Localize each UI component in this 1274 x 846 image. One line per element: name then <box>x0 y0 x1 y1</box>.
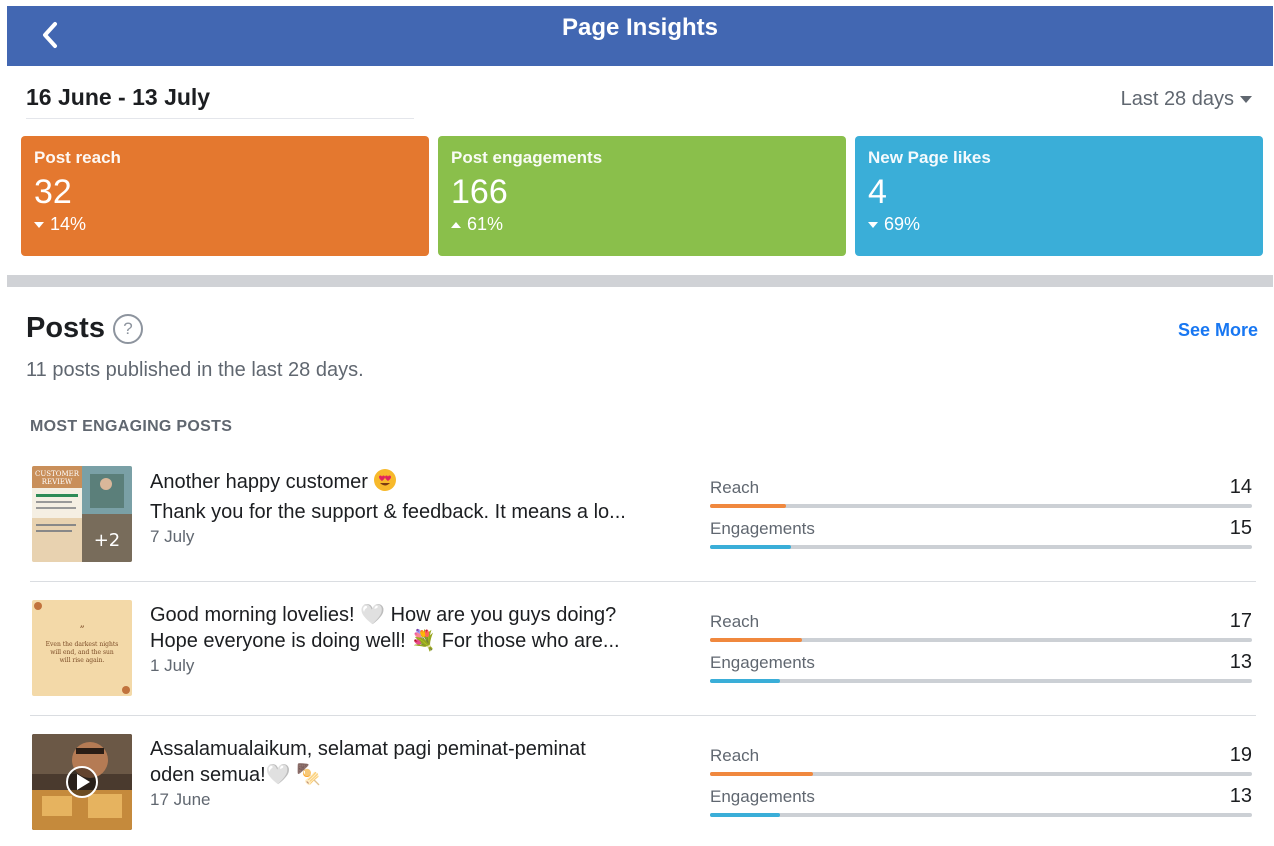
reach-bar-fill <box>710 772 813 776</box>
reach-bar-track <box>710 772 1252 776</box>
engagements-bar-track <box>710 679 1252 683</box>
post-row[interactable]: ” Even the darkest nights will end, and … <box>30 582 1256 716</box>
page-title: Page Insights <box>561 14 719 41</box>
top-bar: Page Insights <box>7 6 1273 66</box>
heart-eyes-emoji-icon <box>373 468 397 499</box>
reach-metric: Reach 19 <box>710 744 1252 786</box>
engagements-bar-fill <box>710 813 781 817</box>
reach-value: 14 <box>1229 476 1252 498</box>
card-change-value: 61% <box>467 214 504 234</box>
card-value: 4 <box>868 173 887 211</box>
post-image: ” Even the darkest nights will end, and … <box>32 600 132 696</box>
trend-down-icon <box>868 221 878 228</box>
svg-text:Even the darkest nights: Even the darkest nights <box>46 641 119 648</box>
post-line-1: Another happy customer <box>150 468 695 499</box>
post-line-2: Thank you for the support & feedback. It… <box>150 501 626 523</box>
post-row[interactable]: CUSTOMER REVIEW +2 Another happy custome… <box>30 448 1256 582</box>
post-thumbnail: ” Even the darkest nights will end, and … <box>32 600 132 696</box>
svg-text:will end, and the sun: will end, and the sun <box>50 649 114 656</box>
post-image: CUSTOMER REVIEW +2 <box>32 466 132 562</box>
post-thumbnail: CUSTOMER REVIEW +2 <box>32 466 132 562</box>
date-range-bar: 16 June - 13 July Last 28 days <box>0 66 1274 136</box>
post-engagements-card[interactable]: Post engagements 166 61% <box>438 136 846 256</box>
card-label: Post engagements <box>451 148 603 167</box>
section-title: MOST ENGAGING POSTS <box>30 418 233 435</box>
post-line-1: Good morning lovelies! 🤍 How are you guy… <box>150 604 617 626</box>
post-text: Assalamualaikum, selamat pagi peminat-pe… <box>150 736 695 810</box>
svg-text:will rise again.: will rise again. <box>60 657 105 664</box>
card-change-value: 14% <box>50 214 87 234</box>
reach-metric: Reach 17 <box>710 610 1252 652</box>
engagements-metric: Engagements 13 <box>710 651 1252 693</box>
post-date: 17 June <box>150 790 211 809</box>
post-line-2: oden semua!🤍 🍢 <box>150 764 321 786</box>
reach-bar-fill <box>710 638 803 642</box>
thumb-overlay: +2 <box>94 530 121 551</box>
posts-title: Posts <box>26 312 105 344</box>
engagements-value: 15 <box>1229 517 1252 539</box>
reach-label: Reach <box>710 478 760 497</box>
post-date: 1 July <box>150 656 195 675</box>
engagements-label: Engagements <box>710 519 815 538</box>
post-line-1: Assalamualaikum, selamat pagi peminat-pe… <box>150 738 586 760</box>
card-change-value: 69% <box>884 214 921 234</box>
reach-metric: Reach 14 <box>710 476 1252 518</box>
engagements-label: Engagements <box>710 653 815 672</box>
posts-subtitle: 11 posts published in the last 28 days. <box>26 359 364 381</box>
caret-down-icon <box>1240 96 1252 103</box>
reach-value: 17 <box>1229 610 1252 632</box>
engagements-bar-track <box>710 813 1252 817</box>
summary-cards: Post reach 32 14% Post engagements 166 6… <box>21 136 1263 256</box>
svg-text:”: ” <box>79 625 84 636</box>
card-change: 61% <box>451 214 833 235</box>
date-range: 16 June - 13 July <box>26 84 211 110</box>
reach-label: Reach <box>710 746 760 765</box>
post-row[interactable]: Assalamualaikum, selamat pagi peminat-pe… <box>30 716 1256 846</box>
post-text: Good morning lovelies! 🤍 How are you guy… <box>150 602 695 676</box>
reach-bar-track <box>710 638 1252 642</box>
help-icon[interactable]: ? <box>112 313 143 344</box>
engagements-metric: Engagements 13 <box>710 785 1252 827</box>
trend-down-icon <box>34 221 44 228</box>
card-label: Post reach <box>34 148 121 167</box>
reach-value: 19 <box>1229 744 1252 766</box>
engagements-label: Engagements <box>710 787 815 806</box>
engagements-value: 13 <box>1229 651 1252 673</box>
post-date: 7 July <box>150 527 195 546</box>
post-line-1-text: Another happy customer <box>150 471 368 493</box>
card-value: 32 <box>34 173 72 211</box>
thumb-caption: CUSTOMER <box>35 470 80 478</box>
engagements-value: 13 <box>1229 785 1252 807</box>
post-thumbnail <box>32 734 132 830</box>
engagements-bar-track <box>710 545 1252 549</box>
period-dropdown[interactable]: Last 28 days <box>1121 88 1252 111</box>
post-reach-card[interactable]: Post reach 32 14% <box>21 136 429 256</box>
card-change: 69% <box>868 214 1250 235</box>
reach-label: Reach <box>710 612 760 631</box>
engagements-bar-fill <box>710 679 781 683</box>
divider <box>26 118 414 119</box>
post-line-2: Hope everyone is doing well! 💐 For those… <box>150 630 620 652</box>
trend-up-icon <box>451 221 461 228</box>
period-label: Last 28 days <box>1120 88 1234 110</box>
new-page-likes-card[interactable]: New Page likes 4 69% <box>855 136 1263 256</box>
post-image <box>32 734 132 830</box>
card-label: New Page likes <box>868 148 991 167</box>
svg-text:REVIEW: REVIEW <box>42 478 73 486</box>
post-text: Another happy customer Thank you for the… <box>150 468 695 547</box>
see-more-link[interactable]: See More <box>1178 320 1258 341</box>
engagements-metric: Engagements 15 <box>710 517 1252 559</box>
posts-header: Posts ? <box>26 312 143 345</box>
reach-bar-fill <box>710 504 786 508</box>
section-separator <box>7 275 1273 287</box>
card-value: 166 <box>451 173 508 211</box>
engagements-bar-fill <box>710 545 792 549</box>
card-change: 14% <box>34 214 416 235</box>
reach-bar-track <box>710 504 1252 508</box>
